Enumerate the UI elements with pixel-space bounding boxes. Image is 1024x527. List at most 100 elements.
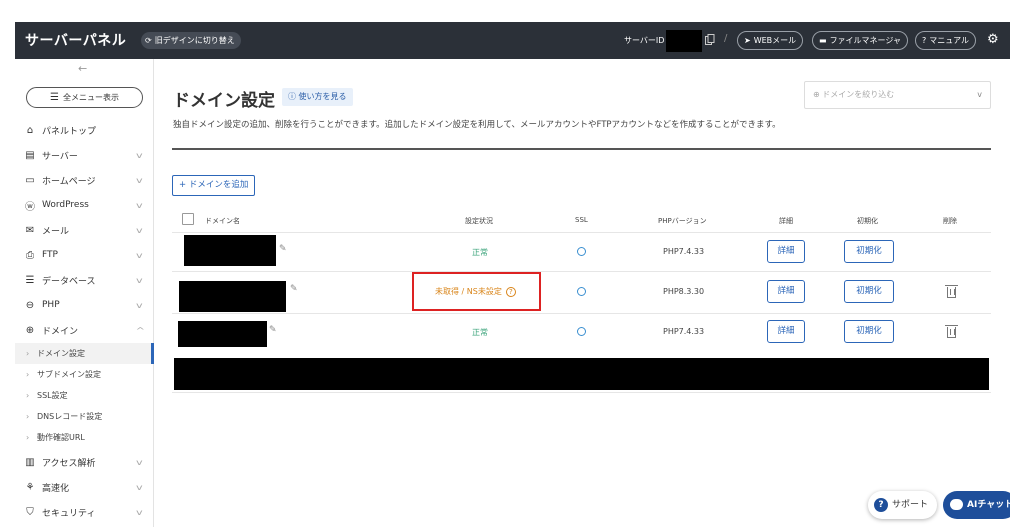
webmail-label: WEBメール xyxy=(753,36,797,45)
all-menu-button[interactable]: ☰ 全メニュー表示 xyxy=(26,87,143,108)
chevron-down-icon: v xyxy=(136,507,143,517)
sidebar-subitem-test-url[interactable]: › 動作確認URL xyxy=(15,427,154,448)
sidebar: ← ☰ 全メニュー表示 ⌂ パネルトップ ▤ サーバー v ▭ ホームページ v … xyxy=(15,59,154,527)
detail-button[interactable]: 詳細 xyxy=(767,320,805,343)
file-manager-button[interactable]: ▬ ファイルマネージャ xyxy=(812,31,909,50)
sidebar-item-wordpress[interactable]: ⓦ WordPress v xyxy=(15,193,154,217)
sidebar-item-homepage[interactable]: ▭ ホームページ v xyxy=(15,168,154,192)
sidebar-item-domain[interactable]: ⊕ ドメイン ^ xyxy=(15,318,154,342)
sidebar-item-label: サーバー xyxy=(42,151,78,162)
ssl-circle-icon xyxy=(577,247,586,256)
chevron-right-icon: › xyxy=(26,412,30,421)
manual-button[interactable]: ? マニュアル xyxy=(915,31,977,50)
howto-button[interactable]: ⓘ 使い方を見る xyxy=(282,88,353,106)
domain-redacted xyxy=(184,235,276,266)
filter-placeholder: ドメインを絞り込む xyxy=(822,90,895,99)
page-title: ドメイン設定 xyxy=(173,91,275,111)
row-redacted xyxy=(174,358,989,390)
add-domain-button[interactable]: + ドメインを追加 xyxy=(172,175,256,196)
webmail-button[interactable]: ➤ WEBメール xyxy=(737,31,804,50)
sidebar-subitem-label: SSL設定 xyxy=(37,391,68,400)
chevron-down-icon: v xyxy=(136,200,143,210)
sidebar-item-database[interactable]: ☰ データベース v xyxy=(15,268,154,292)
sidebar-item-label: PHP xyxy=(42,300,60,310)
sidebar-item-label: 高速化 xyxy=(42,483,70,494)
col-detail: 詳細 xyxy=(779,217,793,225)
sidebar-subitem-ssl[interactable]: › SSL設定 xyxy=(15,385,154,406)
chevron-down-icon: v xyxy=(136,275,143,285)
sidebar-subitem-subdomain[interactable]: › サブドメイン設定 xyxy=(15,364,154,385)
shield-icon: ⛉ xyxy=(26,506,34,518)
howto-label: 使い方を見る xyxy=(298,92,347,101)
init-button[interactable]: 初期化 xyxy=(844,320,894,343)
support-button[interactable]: ? サポート xyxy=(868,491,937,519)
col-ssl: SSL xyxy=(575,216,588,224)
globe-icon: ⊕ xyxy=(813,90,820,99)
ai-chat-button[interactable]: AIチャット xyxy=(943,491,1010,519)
sidebar-subitem-label: DNSレコード設定 xyxy=(37,412,103,421)
header-separator: / xyxy=(724,33,728,44)
init-button[interactable]: 初期化 xyxy=(844,240,894,263)
gear-icon[interactable]: ⚙ xyxy=(987,33,999,47)
col-status: 設定状況 xyxy=(465,217,493,225)
sidebar-item-label: WordPress xyxy=(42,200,89,210)
status-text: 正常 xyxy=(472,248,488,257)
sidebar-subitem-domain-settings[interactable]: › ドメイン設定 xyxy=(15,343,154,364)
help-icon: ⓘ xyxy=(288,92,296,101)
domain-filter-select[interactable]: ⊕ ドメインを絞り込む v xyxy=(804,81,991,109)
detail-button[interactable]: 詳細 xyxy=(767,280,805,303)
chevron-down-icon: v xyxy=(977,90,982,99)
collapse-arrow-icon[interactable]: ← xyxy=(78,62,87,75)
chevron-down-icon: v xyxy=(136,250,143,260)
app-frame: サーバーパネル ⟳ 旧デザインに切り替え サーバーID / ➤ WEBメール ▬… xyxy=(15,22,1010,527)
sidebar-item-label: データベース xyxy=(42,276,96,287)
select-all-checkbox[interactable] xyxy=(182,213,194,225)
folder-icon: ▬ xyxy=(819,36,827,45)
php-version: PHP8.3.30 xyxy=(663,287,705,296)
edit-pencil-icon[interactable]: ✎ xyxy=(290,284,298,294)
chevron-up-icon: ^ xyxy=(135,325,146,335)
highlight-box xyxy=(412,272,541,311)
sidebar-item-ftp[interactable]: ⎙ FTP v xyxy=(15,243,154,267)
edit-pencil-icon[interactable]: ✎ xyxy=(269,325,277,335)
brand-title: サーバーパネル xyxy=(25,33,127,49)
domain-redacted xyxy=(179,281,286,312)
chevron-right-icon: › xyxy=(26,349,30,358)
status-text: 正常 xyxy=(472,328,488,337)
sidebar-item-php[interactable]: ⊖ PHP v xyxy=(15,293,154,317)
sidebar-item-security[interactable]: ⛉ セキュリティ v xyxy=(15,500,154,524)
row-divider xyxy=(172,271,991,272)
sidebar-subitem-dns[interactable]: › DNSレコード設定 xyxy=(15,406,154,427)
chevron-down-icon: v xyxy=(136,150,143,160)
sidebar-item-panel-top[interactable]: ⌂ パネルトップ xyxy=(15,118,154,142)
php-version: PHP7.4.33 xyxy=(663,327,705,336)
detail-button[interactable]: 詳細 xyxy=(767,240,805,263)
help-icon: ? xyxy=(922,36,927,45)
trash-icon[interactable] xyxy=(945,325,958,338)
chevron-down-icon: v xyxy=(136,175,143,185)
sidebar-item-mail[interactable]: ✉ メール v xyxy=(15,218,154,242)
chevron-down-icon: v xyxy=(136,225,143,235)
top-header: サーバーパネル ⟳ 旧デザインに切り替え サーバーID / ➤ WEBメール ▬… xyxy=(15,22,1010,59)
row-divider xyxy=(172,313,991,314)
old-design-label: 旧デザインに切り替え xyxy=(154,36,235,45)
sidebar-item-label: ホームページ xyxy=(42,176,96,187)
ssl-circle-icon xyxy=(577,327,586,336)
copy-icon[interactable] xyxy=(705,34,715,45)
sidebar-item-server[interactable]: ▤ サーバー v xyxy=(15,143,154,167)
sidebar-item-speed[interactable]: ⚘ 高速化 v xyxy=(15,475,154,499)
trash-icon[interactable] xyxy=(945,285,958,298)
php-version: PHP7.4.33 xyxy=(663,247,705,256)
init-button[interactable]: 初期化 xyxy=(844,280,894,303)
domain-redacted xyxy=(178,321,267,347)
sidebar-item-label: FTP xyxy=(42,250,58,260)
sidebar-item-analytics[interactable]: ▥ アクセス解析 v xyxy=(15,450,154,474)
sidebar-item-label: メール xyxy=(42,226,70,237)
php-icon: ⊖ xyxy=(25,299,35,311)
edit-pencil-icon[interactable]: ✎ xyxy=(279,244,287,254)
chevron-right-icon: › xyxy=(26,391,30,400)
old-design-button[interactable]: ⟳ 旧デザインに切り替え xyxy=(141,32,241,49)
sidebar-subitem-label: 動作確認URL xyxy=(37,433,85,442)
sidebar-item-label: パネルトップ xyxy=(42,126,97,137)
manual-label: マニュアル xyxy=(929,36,970,45)
